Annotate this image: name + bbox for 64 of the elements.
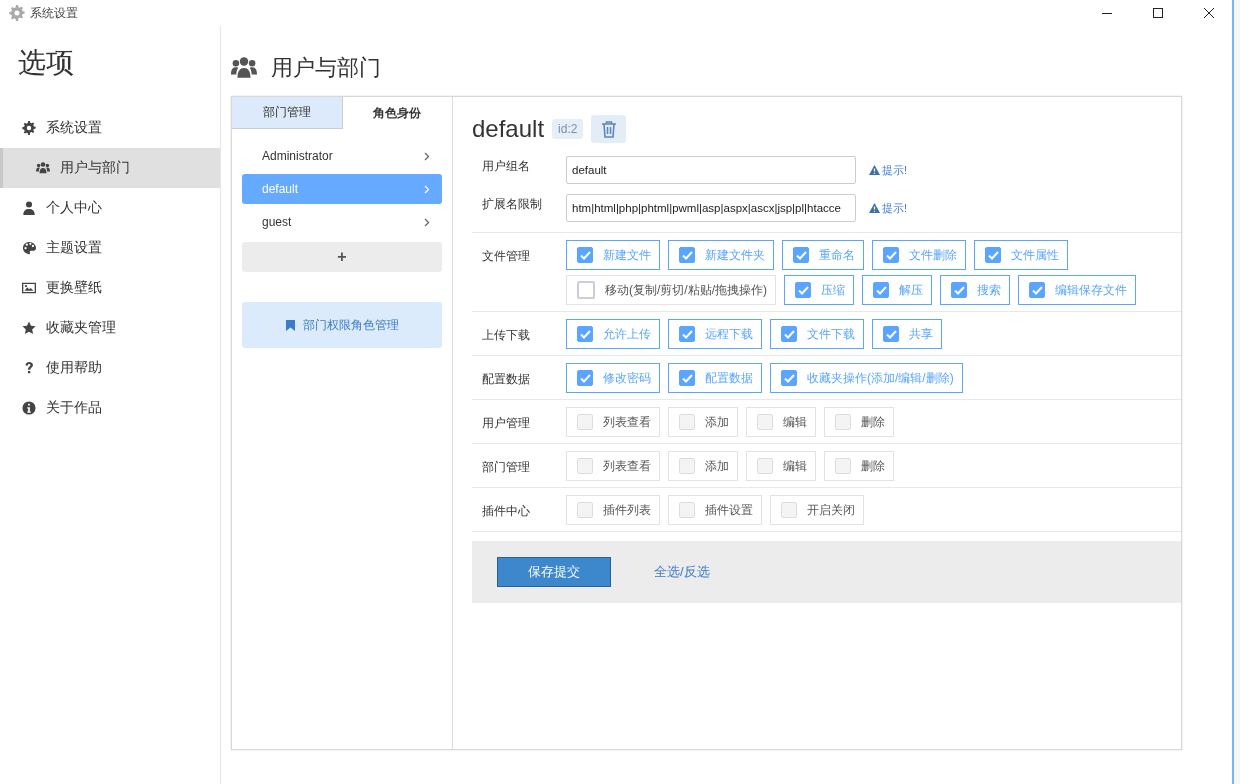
id-badge: id:2	[552, 119, 584, 139]
role-item[interactable]: Administrator	[242, 141, 442, 171]
page-title: 用户与部门	[271, 54, 381, 82]
window-title: 系统设置	[30, 4, 78, 22]
sidebar-item[interactable]: 个人中心	[0, 188, 220, 228]
select-all-link[interactable]: 全选/反选	[654, 563, 710, 581]
sidebar-item[interactable]: 关于作品	[0, 388, 220, 428]
warning-icon	[869, 203, 880, 213]
chevron-icon	[424, 151, 430, 161]
text-field[interactable]: htm|html|php|phtml|pwml|asp|aspx|ascx|jsp|pl|htacce	[566, 194, 856, 222]
permission-checkbox[interactable]: 添加	[668, 407, 738, 437]
gear-icon	[9, 5, 25, 21]
sidebar-item[interactable]: 用户与部门	[0, 148, 220, 188]
sidebar-heading: 选项	[17, 46, 75, 80]
permission-checkbox[interactable]: 移动(复制/剪切/粘贴/拖拽操作)	[566, 275, 776, 305]
permission-checkbox[interactable]: 删除	[824, 451, 894, 481]
users-icon	[36, 161, 50, 175]
sidebar-item[interactable]: 使用帮助	[0, 348, 220, 388]
permission-checkbox[interactable]: 开启关闭	[770, 495, 864, 525]
warning-icon	[869, 165, 880, 175]
minimize-icon	[1102, 12, 1112, 14]
hint-link[interactable]: 提示!	[869, 162, 908, 178]
trash-icon	[600, 120, 617, 138]
picture-icon	[22, 281, 36, 295]
permission-checkbox[interactable]: 添加	[668, 451, 738, 481]
permission-checkbox[interactable]: 插件列表	[566, 495, 660, 525]
role-permission-button[interactable]: 部门权限角色管理	[242, 302, 442, 348]
group-label: 文件管理	[481, 248, 531, 265]
chevron-icon	[424, 184, 430, 194]
chevron-icon	[424, 217, 430, 227]
sidebar-item[interactable]: 系统设置	[0, 108, 220, 148]
person-icon	[22, 201, 36, 215]
close-icon	[1204, 8, 1214, 18]
permission-checkbox[interactable]: 删除	[824, 407, 894, 437]
group-label: 上传下载	[481, 327, 531, 344]
permission-checkbox[interactable]: 列表查看	[566, 451, 660, 481]
sidebar-item[interactable]: 主题设置	[0, 228, 220, 268]
field-label: 用户组名	[481, 158, 531, 175]
hint-link[interactable]: 提示!	[869, 200, 908, 216]
permission-checkbox[interactable]: 插件设置	[668, 495, 762, 525]
add-button[interactable]: +	[242, 242, 442, 272]
maximize-icon	[1153, 8, 1163, 18]
sidebar-item[interactable]: 收藏夹管理	[0, 308, 220, 348]
delete-button[interactable]	[591, 115, 627, 143]
permission-checkbox[interactable]: 编辑	[746, 407, 816, 437]
group-label: 插件中心	[481, 503, 531, 520]
group-label: 配置数据	[481, 371, 531, 388]
gear-icon	[22, 121, 36, 135]
role-name: default	[472, 115, 545, 143]
submit-button[interactable]: 保存提交	[497, 557, 611, 587]
text-field[interactable]: default	[566, 156, 856, 184]
users-icon	[231, 55, 257, 81]
role-item[interactable]: guest	[242, 207, 442, 237]
sidebar-item[interactable]: 更换壁纸	[0, 268, 220, 308]
bookmark-icon	[285, 319, 295, 331]
palette-icon	[22, 241, 36, 255]
tab[interactable]: 部门管理	[232, 97, 343, 129]
permission-checkbox[interactable]: 编辑	[746, 451, 816, 481]
info-icon	[22, 401, 36, 415]
permission-checkbox[interactable]: 列表查看	[566, 407, 660, 437]
field-label: 扩展名限制	[481, 196, 543, 213]
group-label: 部门管理	[481, 459, 531, 476]
star-icon	[22, 321, 36, 335]
group-label: 用户管理	[481, 415, 531, 432]
